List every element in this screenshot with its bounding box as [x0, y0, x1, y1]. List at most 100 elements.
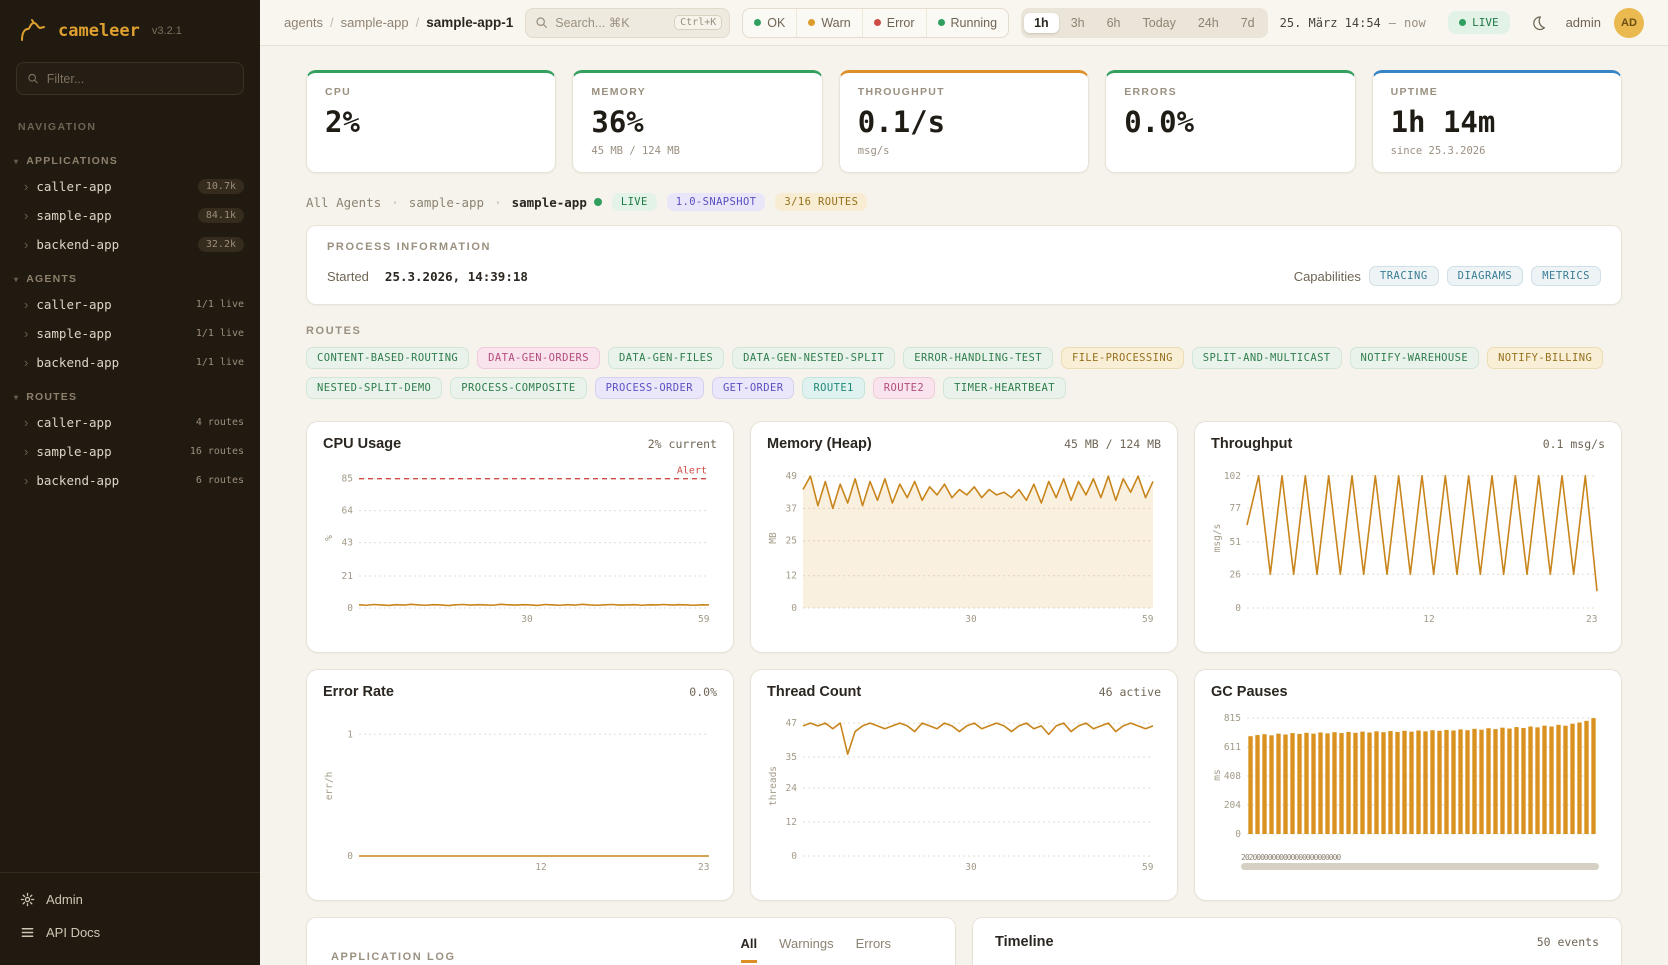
sidebar-item-agent-sample-app[interactable]: › sample-app 1/1 live — [0, 319, 260, 348]
section-label: APPLICATIONS — [26, 155, 118, 167]
capabilities-group: Capabilities TRACING DIAGRAMS METRICS — [1294, 266, 1601, 286]
svg-text:23: 23 — [698, 862, 709, 873]
range-3h[interactable]: 3h — [1061, 13, 1095, 33]
date-range-display[interactable]: 25. März 14:54 — now — [1280, 16, 1426, 30]
sidebar-item-sample-app[interactable]: › sample-app 84.1k — [0, 201, 260, 230]
moon-icon — [1530, 15, 1546, 31]
item-label: backend-app — [36, 237, 119, 252]
sidebar-item-agent-backend-app[interactable]: › backend-app 1/1 live — [0, 348, 260, 377]
sidebar-item-routes-backend-app[interactable]: › backend-app 6 routes — [0, 466, 260, 495]
route-pill[interactable]: NOTIFY-WAREHOUSE — [1350, 347, 1480, 369]
filter-error[interactable]: Error — [863, 9, 927, 37]
gc-chart-scrollbar[interactable] — [1241, 863, 1599, 870]
route-pill[interactable]: SPLIT-AND-MULTICAST — [1192, 347, 1342, 369]
global-search[interactable]: Ctrl+K — [525, 8, 730, 38]
filter-warn[interactable]: Warn — [797, 9, 862, 37]
route-pill[interactable]: DATA-GEN-ORDERS — [477, 347, 600, 369]
chevron-down-icon: ▾ — [14, 275, 19, 284]
section-header-routes[interactable]: ▾ ROUTES — [0, 383, 260, 408]
avatar[interactable]: AD — [1614, 8, 1644, 38]
svg-text:26: 26 — [1230, 569, 1242, 580]
chevron-down-icon: ▾ — [14, 393, 19, 402]
tab-warnings[interactable]: Warnings — [779, 936, 833, 963]
stat-sub: 45 MB / 124 MB — [591, 145, 803, 158]
section-header-applications[interactable]: ▾ APPLICATIONS — [0, 147, 260, 172]
range-today[interactable]: Today — [1133, 13, 1186, 33]
route-pill[interactable]: FILE-PROCESSING — [1061, 347, 1184, 369]
live-toggle[interactable]: LIVE — [1448, 11, 1510, 34]
stat-label: MEMORY — [591, 86, 803, 98]
sidebar-item-agent-caller-app[interactable]: › caller-app 1/1 live — [0, 290, 260, 319]
agent-app-link[interactable]: sample-app — [409, 195, 484, 210]
chevron-right-icon: › — [24, 209, 28, 222]
svg-text:30: 30 — [521, 614, 533, 625]
process-information-card: PROCESS INFORMATION Started 25.3.2026, 1… — [306, 225, 1622, 305]
tab-errors[interactable]: Errors — [856, 936, 891, 963]
filter-running[interactable]: Running — [927, 9, 1009, 37]
svg-text:30: 30 — [965, 862, 977, 873]
route-pill[interactable]: DATA-GEN-NESTED-SPLIT — [732, 347, 895, 369]
route-pill[interactable]: ROUTE2 — [873, 377, 935, 399]
range-1h[interactable]: 1h — [1024, 13, 1059, 33]
breadcrumb-sample-app[interactable]: sample-app — [341, 15, 409, 30]
app-logo[interactable]: cameleer v3.2.1 — [0, 0, 260, 58]
started-value: 25.3.2026, 14:39:18 — [385, 269, 528, 284]
filter-ok[interactable]: OK — [743, 9, 797, 37]
camel-logo-icon — [18, 18, 48, 44]
section-header-agents[interactable]: ▾ AGENTS — [0, 265, 260, 290]
memory-heap-chart: 012253749MB3059 — [767, 458, 1161, 626]
sidebar-item-routes-sample-app[interactable]: › sample-app 16 routes — [0, 437, 260, 466]
sidebar-item-backend-app[interactable]: › backend-app 32.2k — [0, 230, 260, 259]
live-badge: 1/1 live — [196, 299, 244, 310]
throughput-card: Throughput 0.1 msg/s 0265177102msg/s1223 — [1194, 421, 1622, 653]
svg-text:815: 815 — [1224, 713, 1241, 724]
route-pill[interactable]: TIMER-HEARTBEAT — [943, 377, 1066, 399]
route-pill[interactable]: DATA-GEN-FILES — [608, 347, 724, 369]
search-input[interactable] — [555, 16, 667, 30]
range-7d[interactable]: 7d — [1231, 13, 1265, 33]
chevron-right-icon: › — [24, 180, 28, 193]
breadcrumb-agents[interactable]: agents — [284, 15, 323, 30]
current-agent-label: sample-app — [512, 195, 587, 210]
svg-text:23: 23 — [1586, 614, 1597, 625]
filter-label: Running — [951, 16, 998, 30]
stat-sub: msg/s — [858, 145, 1070, 158]
range-24h[interactable]: 24h — [1188, 13, 1229, 33]
route-pill[interactable]: ERROR-HANDLING-TEST — [903, 347, 1053, 369]
live-label: LIVE — [1472, 16, 1499, 29]
route-pill[interactable]: CONTENT-BASED-ROUTING — [306, 347, 469, 369]
chevron-right-icon: › — [24, 327, 28, 340]
dark-mode-toggle[interactable] — [1523, 8, 1553, 38]
admin-link[interactable]: Admin — [0, 883, 260, 916]
route-pill[interactable]: GET-ORDER — [712, 377, 795, 399]
tab-all[interactable]: All — [741, 936, 758, 963]
route-pill[interactable]: NOTIFY-BILLING — [1487, 347, 1603, 369]
svg-text:37: 37 — [786, 503, 797, 514]
chevron-right-icon: › — [24, 356, 28, 369]
thread-count-chart: 012243547threads3059 — [767, 706, 1161, 874]
search-icon — [27, 72, 39, 85]
live-badge: 1/1 live — [196, 328, 244, 339]
route-pill[interactable]: PROCESS-ORDER — [595, 377, 704, 399]
route-pill[interactable]: ROUTE1 — [802, 377, 864, 399]
charts-row-2: Error Rate 0.0% 01err/h1223 Thread Count… — [306, 669, 1622, 901]
range-6h[interactable]: 6h — [1097, 13, 1131, 33]
capability-tracing: TRACING — [1369, 266, 1439, 286]
all-agents-link[interactable]: All Agents — [306, 195, 381, 210]
live-badge: 1/1 live — [196, 357, 244, 368]
bottom-row: APPLICATION LOG All Warnings Errors Time… — [306, 917, 1622, 965]
route-pill[interactable]: NESTED-SPLIT-DEMO — [306, 377, 442, 399]
sidebar-item-routes-caller-app[interactable]: › caller-app 4 routes — [0, 408, 260, 437]
thread-count-card: Thread Count 46 active 012243547threads3… — [750, 669, 1178, 901]
live-status-badge: LIVE — [612, 193, 657, 211]
sidebar-filter[interactable] — [16, 62, 244, 95]
stat-value: 36% — [591, 105, 803, 139]
section-label: ROUTES — [26, 391, 77, 403]
sidebar-item-caller-app[interactable]: › caller-app 10.7k — [0, 172, 260, 201]
api-docs-link[interactable]: API Docs — [0, 916, 260, 949]
route-pill[interactable]: PROCESS-COMPOSITE — [450, 377, 586, 399]
stat-card-cpu: CPU 2% — [306, 70, 556, 173]
svg-text:0: 0 — [791, 851, 797, 862]
filter-input[interactable] — [47, 72, 233, 86]
svg-text:0: 0 — [1235, 603, 1241, 614]
